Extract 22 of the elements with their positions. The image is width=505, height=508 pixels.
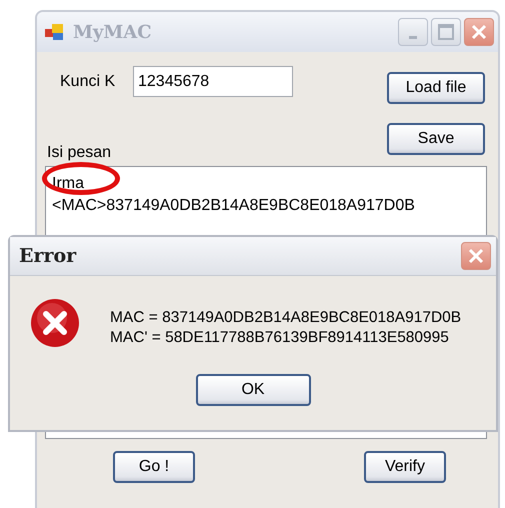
error-message: MAC' = 58DE117788B76139BF8914113E580995 [110, 328, 450, 348]
close-icon [470, 23, 488, 41]
error-message: MAC = 837149A0DB2B14A8E9BC8E018A917D0B [110, 308, 462, 328]
ok-button[interactable]: OK [196, 374, 310, 406]
close-icon [467, 247, 485, 265]
maximize-icon [438, 24, 454, 40]
save-button[interactable]: Save [387, 123, 485, 155]
error-icon [30, 298, 80, 348]
minimize-button[interactable] [398, 18, 428, 46]
go-button[interactable]: Go ! [113, 451, 195, 483]
maximize-button[interactable] [431, 18, 461, 46]
dialog-title: Error [19, 245, 76, 267]
verify-button[interactable]: Verify [364, 451, 446, 483]
message-label: Isi pesan [47, 144, 112, 162]
close-button[interactable] [461, 242, 491, 270]
key-field[interactable]: 12345678 [133, 66, 293, 97]
minimize-icon [409, 36, 417, 38]
app-icon [45, 23, 65, 41]
load-file-button[interactable]: Load file [387, 72, 485, 104]
key-label: Kunci K [60, 72, 116, 90]
window-title: MyMAC [73, 22, 153, 42]
close-button[interactable] [464, 18, 494, 46]
